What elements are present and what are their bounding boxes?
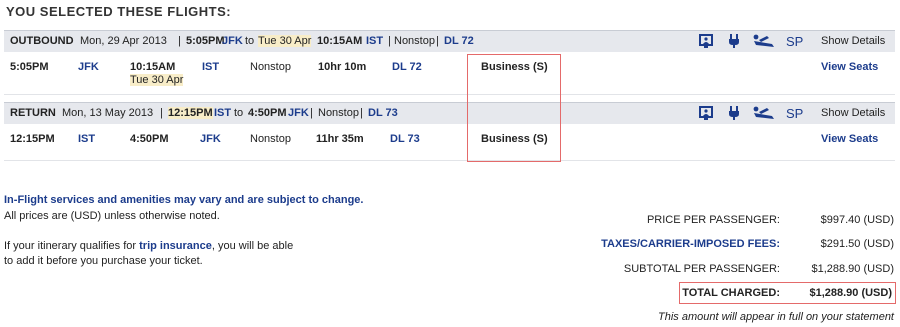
- power-outlet-icon: [726, 33, 742, 49]
- show-details-link[interactable]: Show Details: [821, 107, 885, 119]
- flat-bed-seat-icon: [752, 105, 776, 121]
- personal-tv-icon: [698, 105, 714, 121]
- price-per-passenger-label: PRICE PER PASSENGER:: [646, 214, 780, 226]
- segment-arr-time: 4:50PM: [130, 133, 169, 145]
- segment-stops: Nonstop: [250, 133, 291, 145]
- taxes-fees-value: $291.50 (USD): [820, 238, 894, 250]
- price-per-passenger-value: $997.40 (USD): [820, 214, 894, 226]
- segment-dep-airport[interactable]: IST: [78, 133, 95, 145]
- seat-preference-label: SP: [786, 34, 804, 49]
- outbound-date: Mon, 29 Apr 2013: [80, 35, 167, 47]
- total-charged-label: TOTAL CHARGED:: [682, 287, 780, 299]
- return-dep-airport[interactable]: IST: [214, 107, 231, 119]
- outbound-flight-number[interactable]: DL 72: [444, 35, 474, 47]
- return-header: RETURN Mon, 13 May 2013 | 12:15PM IST to…: [4, 102, 895, 125]
- segment-arr-time: 10:15AM: [130, 61, 176, 73]
- insurance-text-post: , you will be able: [211, 240, 294, 252]
- outbound-dep-time: 5:05PM: [186, 35, 225, 47]
- outbound-label: OUTBOUND: [10, 35, 74, 47]
- seat-preference-label: SP: [786, 106, 804, 121]
- return-arr-airport[interactable]: JFK: [288, 107, 309, 119]
- separator: |: [310, 107, 313, 119]
- inflight-notice-link[interactable]: In-Flight services and amenities may var…: [4, 194, 363, 206]
- return-segment-row: 12:15PM IST 4:50PM JFK Nonstop 11hr 35m …: [4, 124, 895, 161]
- cabin-class-callout: [467, 54, 561, 162]
- outbound-stops: Nonstop: [394, 35, 435, 47]
- outbound-dep-airport[interactable]: JFK: [222, 35, 243, 47]
- segment-dep-time: 12:15PM: [10, 133, 55, 145]
- show-details-link[interactable]: Show Details: [821, 35, 885, 47]
- segment-dep-time: 5:05PM: [10, 61, 49, 73]
- segment-flight-number[interactable]: DL 73: [390, 133, 420, 145]
- statement-note: This amount will appear in full on your …: [657, 311, 894, 323]
- total-charged-value: $1,288.90 (USD): [809, 287, 892, 299]
- separator: |: [160, 107, 163, 119]
- currency-note: All prices are (USD) unless otherwise no…: [4, 210, 220, 222]
- segment-duration: 11hr 35m: [316, 133, 364, 145]
- trip-insurance-link[interactable]: trip insurance: [139, 240, 212, 252]
- return-date: Mon, 13 May 2013: [62, 107, 154, 119]
- separator: |: [388, 35, 391, 47]
- return-dep-time: 12:15PM: [168, 107, 213, 119]
- subtotal-value: $1,288.90 (USD): [811, 263, 894, 275]
- view-seats-link[interactable]: View Seats: [821, 133, 878, 145]
- separator: |: [436, 35, 439, 47]
- to-label: to: [245, 35, 255, 47]
- return-flight: RETURN Mon, 13 May 2013 | 12:15PM IST to…: [4, 102, 895, 162]
- outbound-flight: OUTBOUND Mon, 29 Apr 2013 | 5:05PM JFK t…: [4, 30, 895, 96]
- return-stops: Nonstop: [318, 107, 359, 119]
- outbound-segment-row: 5:05PM JFK 10:15AM Tue 30 Apr IST Nonsto…: [4, 52, 895, 95]
- separator: |: [178, 35, 181, 47]
- subtotal-label: SUBTOTAL PER PASSENGER:: [623, 263, 780, 275]
- segment-stops: Nonstop: [250, 61, 291, 73]
- insurance-text-pre: If your itinerary qualifies for: [4, 240, 140, 252]
- segment-flight-number[interactable]: DL 72: [392, 61, 422, 73]
- personal-tv-icon: [698, 33, 714, 49]
- outbound-arr-time: 10:15AM: [317, 35, 363, 47]
- outbound-arr-date: Tue 30 Apr: [258, 35, 312, 47]
- view-seats-link[interactable]: View Seats: [821, 61, 878, 73]
- power-outlet-icon: [726, 105, 742, 121]
- insurance-note: If your itinerary qualifies for trip ins…: [4, 240, 293, 252]
- outbound-arr-airport[interactable]: IST: [366, 35, 383, 47]
- separator: |: [360, 107, 363, 119]
- insurance-note-line2: to add it before you purchase your ticke…: [4, 255, 203, 267]
- return-flight-number[interactable]: DL 73: [368, 107, 398, 119]
- to-label: to: [234, 107, 244, 119]
- page-title: YOU SELECTED THESE FLIGHTS:: [6, 4, 232, 19]
- segment-arr-airport[interactable]: JFK: [200, 133, 221, 145]
- return-arr-time: 4:50PM: [248, 107, 287, 119]
- taxes-fees-link[interactable]: TAXES/CARRIER-IMPOSED FEES:: [601, 238, 780, 250]
- outbound-header: OUTBOUND Mon, 29 Apr 2013 | 5:05PM JFK t…: [4, 30, 895, 53]
- return-label: RETURN: [10, 107, 56, 119]
- segment-arr-airport[interactable]: IST: [202, 61, 219, 73]
- segment-arr-date: Tue 30 Apr: [130, 74, 184, 86]
- segment-duration: 10hr 10m: [318, 61, 367, 73]
- segment-dep-airport[interactable]: JFK: [78, 61, 99, 73]
- flat-bed-seat-icon: [752, 33, 776, 49]
